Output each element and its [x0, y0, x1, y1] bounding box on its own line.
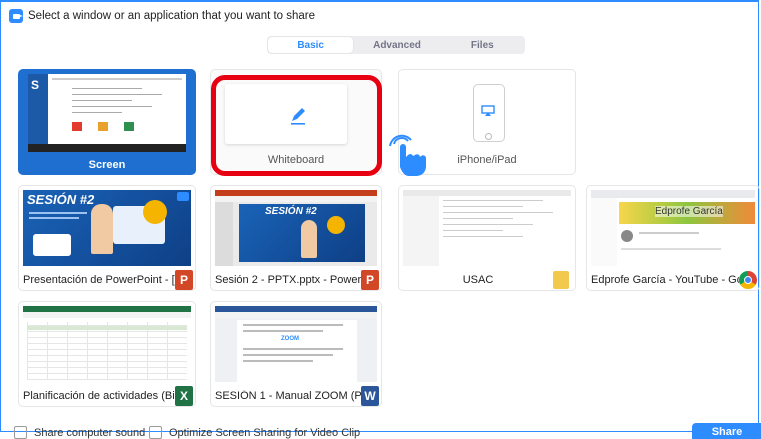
tab-advanced[interactable]: Advanced — [354, 36, 439, 54]
chrome-thumbnail: Edprofe García — [591, 190, 755, 266]
slide-title-2: SESIÓN #2 — [265, 206, 317, 217]
powerpoint-1-caption: Presentación de PowerPoint - [Se... P — [23, 270, 193, 290]
powerpoint-2-thumbnail: SESIÓN #2 — [215, 190, 377, 266]
usac-caption: USAC — [403, 270, 569, 290]
excel-label: Planificación de actividades (Bim... — [23, 390, 175, 402]
word-thumbnail: ZOOM — [215, 306, 377, 382]
powerpoint-icon: P — [175, 270, 193, 290]
chrome-caption: Edprofe García - YouTube - Goog... — [591, 270, 757, 290]
chrome-icon — [739, 271, 757, 289]
share-button[interactable]: Share — [692, 423, 761, 439]
usac-thumbnail — [403, 190, 571, 266]
optimize-label: Optimize Screen Sharing for Video Clip — [169, 426, 361, 439]
excel-thumbnail — [23, 306, 191, 382]
word-caption: SESIÓN 1 - Manual ZOOM (Parte ... W — [215, 386, 379, 406]
whiteboard-highlight-box — [211, 75, 382, 176]
window-title: Select a window or an application that y… — [28, 10, 316, 22]
share-sound-checkbox[interactable] — [14, 426, 27, 439]
tab-files[interactable]: Files — [440, 36, 525, 54]
word-label: SESIÓN 1 - Manual ZOOM (Parte ... — [215, 390, 361, 402]
share-sound-option[interactable]: Share computer sound — [14, 426, 145, 439]
window-tile-word[interactable]: ZOOM SESIÓN 1 - Manual ZOOM (Parte ... W — [210, 301, 382, 407]
slide-title-1: SESIÓN #2 — [27, 192, 95, 207]
channel-banner: Edprofe García — [655, 206, 723, 217]
zoom-logo-icon — [9, 9, 23, 23]
usac-label: USAC — [462, 274, 494, 286]
share-sound-label: Share computer sound — [34, 426, 146, 439]
screen-thumbnail: S — [28, 74, 186, 152]
folder-icon — [553, 271, 569, 289]
powerpoint-1-thumbnail: SESIÓN #2 — [23, 190, 191, 266]
optimize-option[interactable]: Optimize Screen Sharing for Video Clip — [149, 426, 360, 439]
title-bar: Select a window or an application that y… — [9, 8, 315, 24]
excel-caption: Planificación de actividades (Bim... X — [23, 386, 193, 406]
optimize-checkbox[interactable] — [149, 426, 162, 439]
window-tile-excel[interactable]: Planificación de actividades (Bim... X — [18, 301, 196, 407]
share-tabs: Basic Advanced Files — [267, 36, 525, 54]
powerpoint-2-label: Sesión 2 - PPTX.pptx - PowerPoint — [215, 274, 361, 286]
window-tile-powerpoint-2[interactable]: SESIÓN #2 Sesión 2 - PPTX.pptx - PowerPo… — [210, 185, 382, 291]
tab-basic[interactable]: Basic — [268, 37, 354, 53]
doc-heading: ZOOM — [281, 336, 299, 342]
powerpoint-2-caption: Sesión 2 - PPTX.pptx - PowerPoint P — [215, 270, 379, 290]
powerpoint-1-label: Presentación de PowerPoint - [Se... — [23, 274, 175, 286]
word-icon: W — [361, 386, 379, 406]
powerpoint-icon: P — [361, 270, 379, 290]
window-tile-usac[interactable]: USAC — [398, 185, 576, 291]
airplay-icon — [481, 105, 495, 116]
window-tile-chrome[interactable]: Edprofe García Edprofe García - YouTube … — [586, 185, 760, 291]
hand-pointer-icon — [389, 134, 426, 176]
screen-tile[interactable]: S Screen — [18, 69, 196, 175]
excel-icon: X — [175, 386, 193, 406]
phone-home-button — [485, 133, 492, 140]
chrome-label: Edprofe García - YouTube - Goog... — [591, 274, 739, 286]
share-window: Select a window or an application that y… — [0, 0, 761, 439]
window-tile-powerpoint-1[interactable]: SESIÓN #2 Presentación de PowerPoint - [… — [18, 185, 196, 291]
screen-label: Screen — [88, 159, 126, 171]
